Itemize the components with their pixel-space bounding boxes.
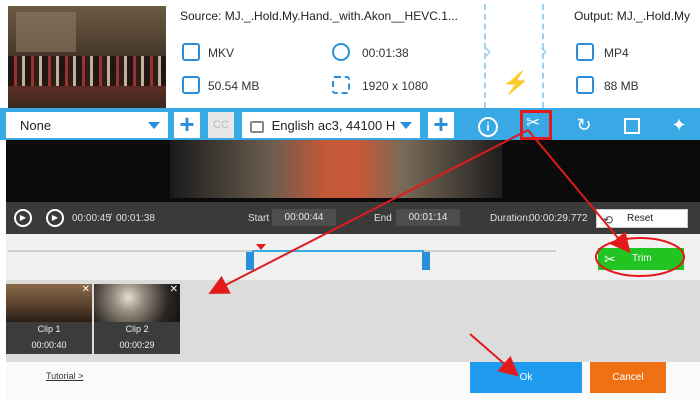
source-size: 50.54 MB bbox=[208, 79, 260, 93]
audio-track-value: English ac3, 44100 H bbox=[271, 118, 396, 133]
trim-button[interactable]: ✂ Trim bbox=[598, 248, 684, 270]
source-thumbnail bbox=[8, 6, 166, 108]
info-icon: i bbox=[478, 117, 498, 137]
start-label: Start bbox=[248, 213, 270, 224]
trim-label: Trim bbox=[632, 253, 652, 264]
trim-timeline-area bbox=[6, 234, 700, 280]
refresh-icon: ⟲ bbox=[603, 213, 614, 227]
source-duration: 00:01:38 bbox=[362, 46, 409, 60]
playhead-marker[interactable] bbox=[256, 244, 266, 250]
chevron-down-icon bbox=[148, 122, 160, 129]
audio-track-select[interactable]: English ac3, 44100 H bbox=[242, 112, 420, 138]
info-button[interactable]: i bbox=[474, 112, 502, 138]
start-time-input[interactable]: 00:00:44 bbox=[272, 209, 336, 226]
file-size-icon bbox=[576, 76, 594, 94]
add-audio-button[interactable]: + bbox=[428, 111, 454, 138]
close-icon[interactable]: ✕ bbox=[82, 284, 90, 295]
rotate-button[interactable]: ↻ bbox=[570, 112, 598, 138]
subtitle-select-value: None bbox=[20, 118, 52, 133]
cancel-button[interactable]: Cancel bbox=[590, 362, 666, 393]
clip-duration: 00:00:40 bbox=[31, 340, 67, 350]
chevron-right-icon: › bbox=[484, 38, 492, 63]
crop-icon bbox=[624, 118, 640, 135]
clock-icon bbox=[332, 43, 350, 61]
speaker-icon bbox=[250, 120, 264, 133]
clip-name: Clip 2 bbox=[125, 324, 149, 334]
current-time: 00:00:45 bbox=[72, 213, 111, 224]
video-file-icon bbox=[182, 43, 200, 61]
time-separator: / bbox=[109, 213, 112, 224]
trim-range bbox=[252, 250, 424, 252]
chevron-right-icon: › bbox=[540, 38, 548, 63]
video-file-icon bbox=[576, 43, 594, 61]
duration-label: Duration: bbox=[490, 213, 531, 224]
cut-button[interactable]: ✂ bbox=[520, 110, 552, 140]
source-title: Source: MJ._.Hold.My.Hand._with.Akon__HE… bbox=[180, 9, 458, 23]
reset-button[interactable]: ⟲ Reset bbox=[596, 209, 688, 228]
next-frame-button[interactable]: ▶ bbox=[46, 209, 64, 227]
total-time: 00:01:38 bbox=[116, 213, 155, 224]
output-size: 88 MB bbox=[604, 79, 639, 93]
rotate-icon: ↻ bbox=[576, 115, 592, 135]
ok-button[interactable]: Ok bbox=[470, 362, 582, 393]
output-title: Output: MJ._.Hold.My bbox=[574, 9, 691, 23]
output-format: MP4 bbox=[604, 46, 629, 60]
end-time-input[interactable]: 00:01:14 bbox=[396, 209, 460, 226]
duration-value: 00:00:29.772 bbox=[529, 213, 588, 224]
magic-wand-icon: ✦ bbox=[671, 115, 687, 135]
add-subtitle-button[interactable]: + bbox=[174, 111, 200, 138]
play-button[interactable]: ▶ bbox=[14, 209, 32, 227]
clip-item[interactable]: ✕ Clip 2 00:00:29 bbox=[94, 284, 180, 354]
tutorial-link[interactable]: Tutorial > bbox=[46, 371, 83, 381]
close-icon[interactable]: ✕ bbox=[170, 284, 178, 295]
clip-item[interactable]: ✕ Clip 1 00:00:40 bbox=[6, 284, 92, 354]
video-preview bbox=[6, 140, 700, 202]
file-size-icon bbox=[182, 76, 200, 94]
end-label: End bbox=[374, 213, 392, 224]
resolution-icon bbox=[332, 76, 350, 94]
gpu-acceleration-icon: ⚡ bbox=[502, 70, 530, 95]
scissors-icon: ✂ bbox=[526, 113, 541, 132]
reset-label: Reset bbox=[627, 213, 654, 224]
chevron-down-icon bbox=[400, 122, 412, 129]
clip-name: Clip 1 bbox=[37, 324, 61, 334]
source-format: MKV bbox=[208, 46, 235, 60]
scissors-icon: ✂ bbox=[604, 251, 616, 267]
clip-duration: 00:00:29 bbox=[119, 340, 155, 350]
subtitle-select[interactable]: None bbox=[6, 112, 168, 138]
source-resolution: 1920 x 1080 bbox=[362, 79, 429, 93]
trim-end-handle[interactable] bbox=[422, 252, 430, 270]
crop-button[interactable] bbox=[618, 112, 646, 138]
cc-icon[interactable]: CC bbox=[208, 112, 234, 138]
trim-start-handle[interactable] bbox=[246, 252, 254, 270]
effects-button[interactable]: ✦ bbox=[666, 112, 692, 138]
